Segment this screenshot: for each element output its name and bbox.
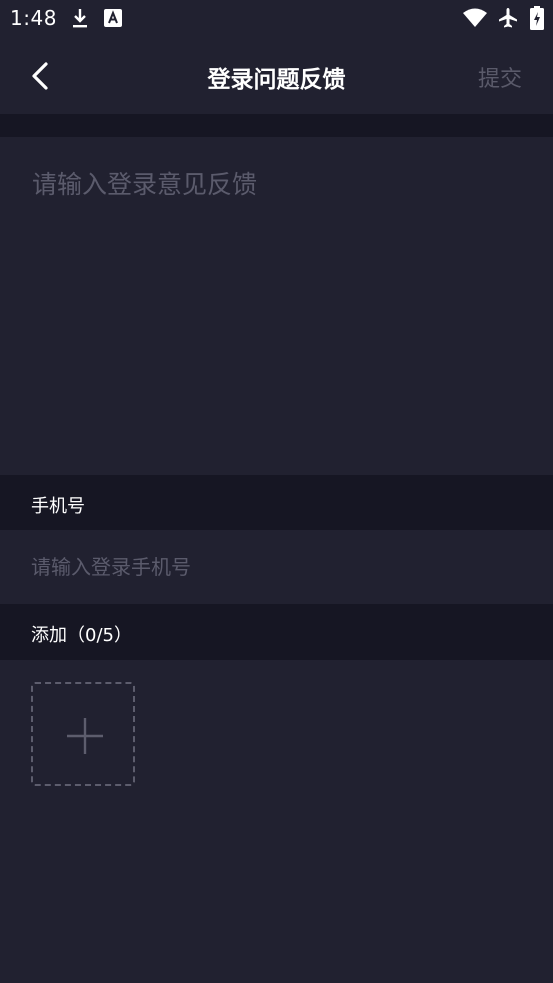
wifi-icon xyxy=(462,8,488,32)
plus-icon xyxy=(67,718,103,754)
phone-input[interactable] xyxy=(31,552,521,582)
airplane-icon xyxy=(497,7,519,33)
attachments-label: 添加（0/5） xyxy=(31,625,132,646)
submit-button[interactable]: 提交 xyxy=(478,61,522,93)
phone-label: 手机号 xyxy=(31,496,85,517)
page-title: 登录问题反馈 xyxy=(207,67,346,93)
phone-row xyxy=(0,530,553,604)
feedback-textarea[interactable] xyxy=(32,165,522,455)
download-icon xyxy=(70,7,90,33)
battery-charging-icon xyxy=(530,6,544,34)
status-time: 1:48 xyxy=(10,6,57,30)
attachments-section-header: 添加（0/5） xyxy=(0,604,553,660)
font-a-icon xyxy=(104,9,122,31)
status-bar: 1:48 xyxy=(0,0,553,38)
feedback-area xyxy=(0,137,553,475)
section-divider xyxy=(0,114,553,137)
app-header: 登录问题反馈 提交 xyxy=(0,38,553,114)
add-image-button[interactable] xyxy=(31,682,135,786)
phone-section-header: 手机号 xyxy=(0,475,553,531)
